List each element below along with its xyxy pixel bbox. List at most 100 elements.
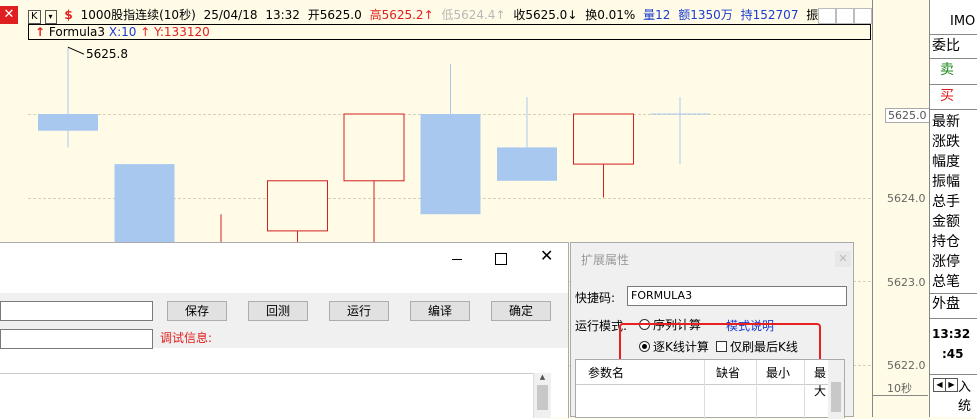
- sidebar-item-limit-up: 涨停: [932, 254, 960, 270]
- candle-body: [343, 113, 405, 182]
- dialog-title: 扩展属性: [581, 253, 630, 267]
- minimize-icon[interactable]: [452, 259, 462, 260]
- sidebar-item-outer-volume: 外盘: [932, 296, 960, 312]
- divider: [930, 318, 977, 319]
- divider: [930, 374, 977, 375]
- bottom-tab[interactable]: 入统: [958, 376, 977, 414]
- window-button-3[interactable]: [854, 8, 872, 24]
- sidebar-item-amplitude: 振幅: [932, 174, 960, 190]
- formula-desc-field[interactable]: [0, 329, 153, 349]
- highlight-box: [619, 323, 821, 363]
- order-ratio-label: 委比: [932, 38, 960, 54]
- open-price: 开5625.0: [307, 8, 362, 22]
- formula-name: Formula3: [48, 25, 106, 39]
- dollar-icon[interactable]: $: [64, 8, 72, 22]
- low-price: 低5624.4↑: [441, 8, 506, 22]
- sidebar-item-latest: 最新: [932, 114, 960, 130]
- price-label: 5625.0: [885, 108, 930, 123]
- formula-editor-dialog: ✕ 保存 回测 运行 编译 确定 调试信息: ▲: [0, 242, 569, 419]
- sidebar-item-amount: 金额: [932, 214, 960, 230]
- bar-date: 25/04/18: [203, 8, 258, 22]
- open-interest: 持152707: [740, 8, 799, 22]
- column-divider: [804, 360, 805, 419]
- y-value: 133120: [163, 25, 210, 39]
- sidebar-item-percent: 幅度: [932, 154, 960, 170]
- dialog-close-icon[interactable]: ✕: [835, 251, 851, 267]
- debug-info-label: 调试信息:: [160, 331, 213, 345]
- compile-button[interactable]: 编译: [410, 301, 470, 321]
- x-label: X:: [108, 25, 122, 39]
- column-header-default[interactable]: 缺省: [716, 364, 740, 382]
- divider: [930, 84, 977, 85]
- shortcut-label: 快捷码:: [575, 291, 616, 305]
- y-label: Y:: [154, 25, 164, 39]
- symbol-name: 1000股指连续(10秒): [80, 8, 196, 22]
- backtest-button[interactable]: 回测: [248, 301, 308, 321]
- bar-time: 13:32: [265, 8, 300, 22]
- volume: 量12: [643, 8, 671, 22]
- price-label: 5622.0: [887, 359, 926, 372]
- quote-sidebar: IMO 委比 卖 买 最新 涨跌 幅度 振幅 总手 金额 持仓 涨停 总笔 外盘…: [929, 0, 977, 417]
- axis-divider: [873, 395, 928, 396]
- candle-body: [573, 113, 634, 165]
- params-table[interactable]: 参数名 缺省 最小 最大: [575, 359, 845, 419]
- save-button[interactable]: 保存: [167, 301, 227, 321]
- candle-body: [38, 114, 98, 131]
- instrument-code: IMO: [950, 14, 976, 29]
- window-button-1[interactable]: [818, 8, 836, 24]
- arrow-up-icon: ↑: [35, 25, 46, 39]
- column-divider: [704, 360, 705, 419]
- amount: 额1350万: [678, 8, 733, 22]
- x-value: 10: [121, 25, 137, 39]
- scroll-thumb[interactable]: [537, 385, 548, 410]
- candle-body: [420, 114, 481, 215]
- column-divider: [756, 360, 757, 419]
- column-header-max[interactable]: 最大: [814, 364, 828, 400]
- extended-properties-dialog: 扩展属性 ✕ 快捷码: FORMULA3 运行模式: 序列计算 模式说明 逐K线…: [570, 242, 854, 419]
- high-marker-line: [67, 46, 85, 55]
- arrow-up-icon: ↑: [140, 25, 151, 39]
- shortcut-input[interactable]: FORMULA3: [627, 286, 847, 306]
- chevron-down-icon[interactable]: ▾: [44, 10, 57, 24]
- sidebar-item-trades: 总笔: [932, 274, 960, 290]
- candle-body: [267, 180, 328, 232]
- formula-info-bar: ↑ Formula3 X:10 ↑ Y:133120: [28, 24, 871, 40]
- close-panel-icon[interactable]: ✕: [0, 6, 18, 24]
- k-button[interactable]: K: [28, 10, 41, 24]
- divider: [930, 34, 977, 35]
- sell-label: 卖: [940, 62, 954, 78]
- run-button[interactable]: 运行: [329, 301, 389, 321]
- window-button-2[interactable]: [836, 8, 854, 24]
- table-scrollbar[interactable]: [828, 360, 844, 419]
- high-marker-label: 5625.8: [86, 47, 128, 61]
- tick-time: 13:32: [932, 327, 971, 341]
- candle-body: [497, 147, 557, 181]
- sidebar-item-change: 涨跌: [932, 134, 960, 150]
- scroll-thumb[interactable]: [831, 382, 841, 412]
- close-icon[interactable]: ✕: [540, 246, 553, 265]
- scroll-right-icon[interactable]: ▶: [945, 378, 958, 392]
- header-divider: [576, 384, 828, 385]
- period-label: 10秒: [887, 382, 912, 395]
- turnover-rate: 换0.01%: [585, 8, 636, 22]
- divider: [930, 58, 977, 59]
- buy-label: 买: [940, 88, 954, 104]
- column-header-name[interactable]: 参数名: [588, 364, 624, 382]
- divider: [930, 109, 977, 110]
- formula-name-field[interactable]: [0, 301, 153, 321]
- sidebar-item-total-volume: 总手: [932, 194, 960, 210]
- scroll-up-icon[interactable]: ▲: [534, 373, 551, 381]
- quote-toolbar: K ▾ $ 1000股指连续(10秒) 25/04/18 13:32 开5625.…: [28, 6, 860, 24]
- price-label: 5624.0: [887, 192, 926, 205]
- ok-button[interactable]: 确定: [491, 301, 551, 321]
- sidebar-item-open-interest: 持仓: [932, 234, 960, 250]
- tick-seconds: :45: [942, 347, 964, 361]
- editor-scrollbar[interactable]: ▲: [533, 373, 551, 418]
- maximize-icon[interactable]: [495, 253, 507, 265]
- column-header-min[interactable]: 最小: [766, 364, 790, 382]
- code-editor[interactable]: [0, 373, 550, 419]
- close-price: 收5625.0↓: [513, 8, 578, 22]
- price-label: 5623.0: [887, 276, 926, 289]
- high-price: 高5625.2↑: [369, 8, 434, 22]
- price-axis: 5625.0 5624.0 5623.0 5622.0 10秒: [872, 0, 930, 417]
